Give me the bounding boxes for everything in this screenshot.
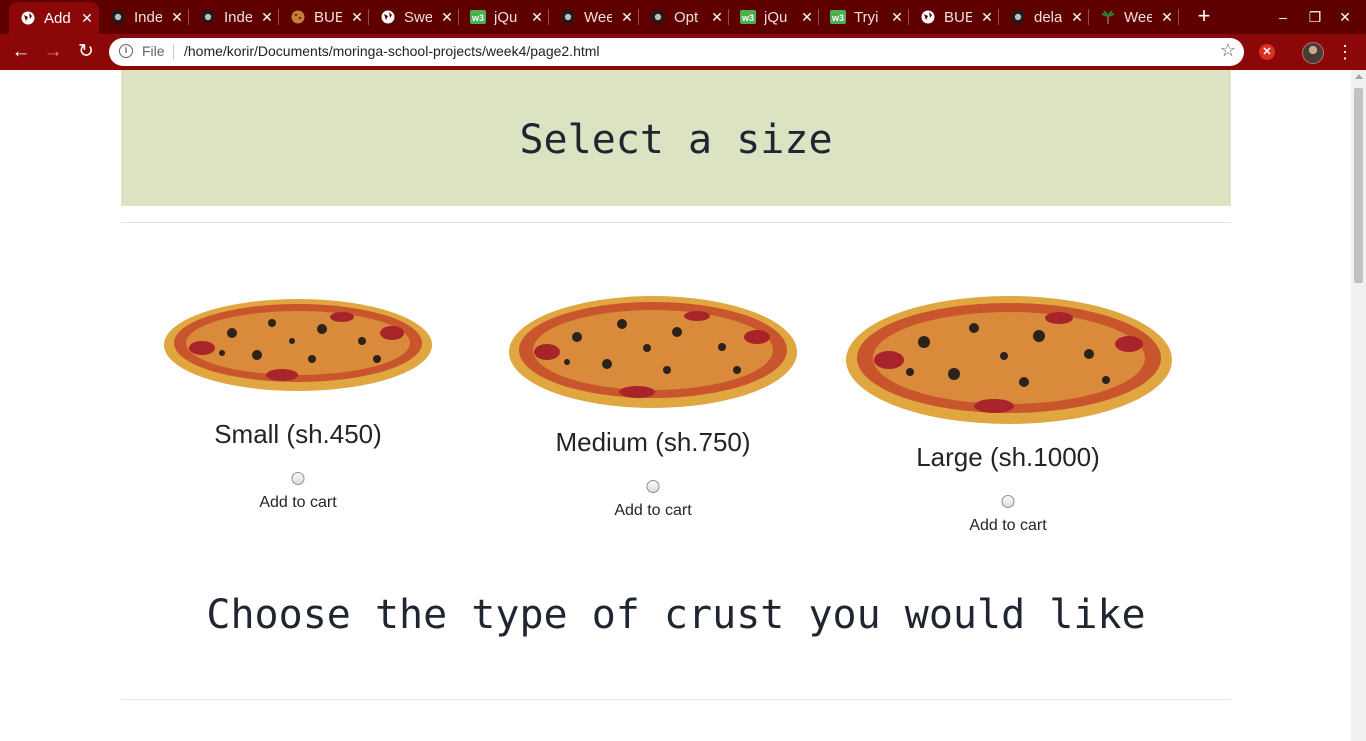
browser-tab[interactable]: w3 Tryi ✕: [819, 0, 909, 34]
medium-pizza-image: [509, 296, 797, 408]
globe-icon: [920, 9, 936, 25]
tab-close-icon[interactable]: ✕: [260, 9, 274, 26]
tab-title: jQu: [764, 8, 788, 26]
tab-title: Wee: [1124, 8, 1152, 26]
github-icon: [650, 9, 666, 25]
large-pizza-image: [846, 296, 1172, 424]
browser-tab[interactable]: BUE ✕: [279, 0, 369, 34]
tab-close-icon[interactable]: ✕: [890, 9, 904, 26]
add-to-cart-medium: Add to cart: [614, 502, 692, 519]
size-jumbotron: Select a size: [121, 70, 1231, 206]
scheme-label: File: [142, 43, 165, 59]
tab-title: Swe: [404, 8, 432, 26]
info-icon[interactable]: i: [119, 44, 133, 58]
tab-close-icon[interactable]: ✕: [800, 9, 814, 26]
github-icon: [1010, 9, 1026, 25]
tab-close-icon[interactable]: ✕: [530, 9, 544, 26]
tab-title: BUE: [944, 8, 972, 26]
size-label-large: Large (sh.1000): [916, 442, 1100, 472]
tab-close-icon[interactable]: ✕: [170, 9, 184, 26]
tab-title: Tryi: [854, 8, 879, 26]
forward-button[interactable]: →: [42, 42, 64, 64]
reload-button[interactable]: ↻: [75, 42, 97, 64]
page-scrollbar[interactable]: [1351, 70, 1366, 741]
tab-close-icon[interactable]: ✕: [80, 10, 94, 27]
close-window-icon[interactable]: ✕: [1336, 8, 1354, 26]
tab-title: Opt: [674, 8, 699, 26]
tab-title: Wee: [584, 8, 612, 26]
tab-close-icon[interactable]: ✕: [710, 9, 724, 26]
w3-icon: w3: [470, 9, 486, 25]
globe-icon: [20, 10, 36, 26]
minimize-icon[interactable]: –: [1274, 8, 1292, 26]
tab-close-icon[interactable]: ✕: [1160, 9, 1174, 26]
w3-icon: w3: [830, 9, 846, 25]
tab-title: Inde: [224, 8, 252, 26]
browser-tab[interactable]: Inde ✕: [99, 0, 189, 34]
tab-close-icon[interactable]: ✕: [980, 9, 994, 26]
browser-tab[interactable]: Add ✕: [9, 2, 99, 34]
browser-tab[interactable]: Opt ✕: [639, 0, 729, 34]
add-to-cart-small: Add to cart: [259, 494, 337, 511]
browser-tab[interactable]: w3 jQu ✕: [729, 0, 819, 34]
globe-icon: [380, 9, 396, 25]
tab-title: BUE: [314, 8, 342, 26]
scrollbar-thumb[interactable]: [1354, 88, 1363, 283]
browser-toolbar: ← → ↻ i File /home/korir/Documents/morin…: [0, 34, 1366, 70]
browser-tab[interactable]: Inde ✕: [189, 0, 279, 34]
tab-title: Add: [44, 9, 71, 27]
svg-text:w3: w3: [831, 13, 844, 23]
bookmark-star-icon[interactable]: ☆: [1220, 40, 1236, 61]
add-to-cart-large: Add to cart: [969, 517, 1047, 534]
browser-tab[interactable]: Swe ✕: [369, 0, 459, 34]
palm-icon: [1100, 9, 1116, 25]
svg-text:w3: w3: [471, 13, 484, 23]
address-bar[interactable]: i File /home/korir/Documents/moringa-sch…: [109, 38, 1244, 66]
divider: [121, 699, 1231, 700]
browser-menu-icon[interactable]: ⋮: [1336, 41, 1354, 63]
browser-tab[interactable]: Wee ✕: [549, 0, 639, 34]
crust-heading: Choose the type of crust you would like: [206, 592, 1146, 638]
page-viewport: Select a size Small (sh.450) Add to cart: [0, 70, 1351, 741]
browser-tab[interactable]: w3 jQu ✕: [459, 0, 549, 34]
github-icon: [110, 9, 126, 25]
scroll-up-arrow-icon[interactable]: [1354, 74, 1363, 79]
size-radio-medium[interactable]: [646, 480, 660, 493]
url-text[interactable]: /home/korir/Documents/moringa-school-pro…: [184, 43, 600, 59]
size-label-small: Small (sh.450): [214, 419, 382, 449]
tab-title: jQu: [494, 8, 518, 26]
tab-strip: Add ✕ Inde ✕ Inde ✕ BUE ✕ Swe ✕ w3 jQu ✕ Wee ✕ Opt ✕ w3 jQ…: [0, 0, 1366, 34]
github-icon: [200, 9, 216, 25]
size-radio-large[interactable]: [1001, 495, 1015, 508]
back-button[interactable]: ←: [10, 42, 32, 64]
cookie-icon: [290, 9, 306, 25]
divider: [121, 222, 1231, 223]
maximize-icon[interactable]: ❐: [1306, 8, 1324, 26]
tab-separator: [1178, 9, 1179, 25]
size-label-medium: Medium (sh.750): [555, 427, 751, 457]
page-container: Select a size Small (sh.450) Add to cart: [121, 70, 1231, 741]
tab-title: Inde: [134, 8, 162, 26]
small-pizza-image: [164, 299, 432, 391]
tab-close-icon[interactable]: ✕: [1070, 9, 1084, 26]
profile-avatar[interactable]: [1302, 42, 1324, 64]
address-divider: [173, 44, 174, 60]
new-tab-button[interactable]: +: [1193, 5, 1215, 27]
tab-close-icon[interactable]: ✕: [620, 9, 634, 26]
tab-close-icon[interactable]: ✕: [440, 9, 454, 26]
svg-text:w3: w3: [741, 13, 754, 23]
browser-tab[interactable]: Wee ✕: [1089, 0, 1179, 34]
github-icon: [560, 9, 576, 25]
tab-close-icon[interactable]: ✕: [350, 9, 364, 26]
page-title: Select a size: [519, 117, 833, 163]
tab-title: dela: [1034, 8, 1062, 26]
size-radio-small[interactable]: [291, 472, 305, 485]
browser-tab[interactable]: BUE ✕: [909, 0, 999, 34]
w3-icon: w3: [740, 9, 756, 25]
browser-tab[interactable]: dela ✕: [999, 0, 1089, 34]
extension-icon[interactable]: ✕: [1259, 44, 1275, 60]
